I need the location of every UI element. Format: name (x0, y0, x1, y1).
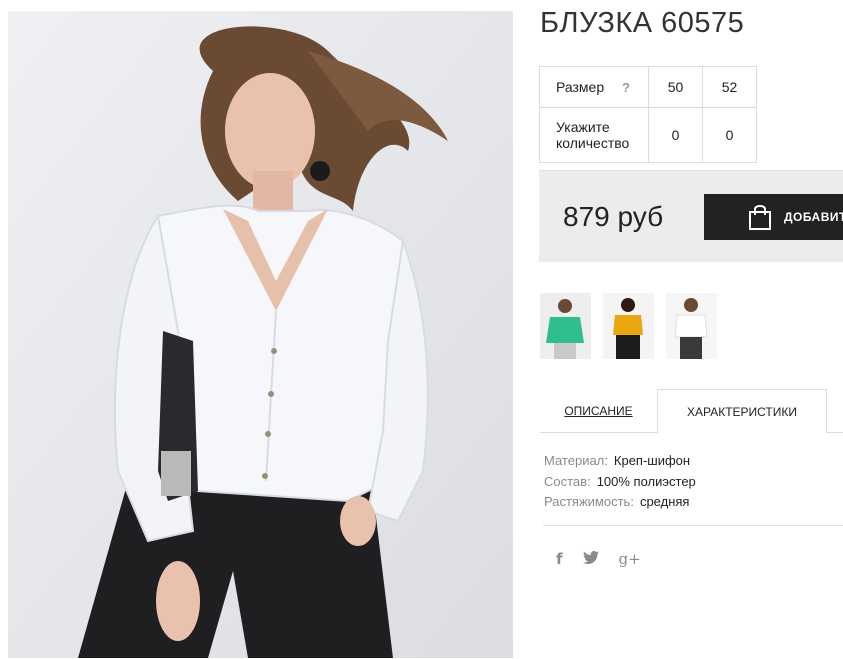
add-to-cart-label: ДОБАВИТ (784, 210, 843, 224)
thumbnail-list (540, 293, 717, 359)
yellow-blouse-thumbnail[interactable] (603, 293, 654, 359)
spec-row-stretch: Растяжимость: средняя (544, 492, 696, 513)
size-label-cell: Размер ? (539, 66, 649, 108)
spec-row-composition: Состав: 100% полиэстер (544, 472, 696, 493)
green-blouse-thumbnail[interactable] (540, 293, 591, 359)
quantity-label: Укажите количество (556, 119, 630, 151)
spec-row-material: Материал: Креп-шифон (544, 451, 696, 472)
quantity-label-cell: Укажите количество (539, 107, 649, 163)
product-tabs: ОПИСАНИЕ ХАРАКТЕРИСТИКИ (540, 389, 843, 434)
spec-value: средняя (639, 494, 690, 509)
size-label: Размер (556, 79, 605, 95)
quantity-input-50[interactable]: 0 (648, 107, 703, 163)
tab-characteristics[interactable]: ХАРАКТЕРИСТИКИ (657, 389, 827, 434)
quantity-input-52[interactable]: 0 (702, 107, 757, 163)
google-plus-icon[interactable]: g+ (619, 550, 641, 568)
white-blouse-thumbnail[interactable] (666, 293, 717, 359)
price: 879 руб (563, 201, 664, 232)
size-help-icon[interactable]: ? (622, 80, 630, 95)
divider (543, 525, 843, 526)
product-photo[interactable] (8, 11, 513, 658)
tab-description[interactable]: ОПИСАНИЕ (540, 389, 657, 433)
social-share: f g+ (556, 550, 641, 568)
price-box: 879 руб ДОБАВИТ (539, 170, 843, 262)
add-to-cart-button[interactable]: ДОБАВИТ (704, 194, 843, 240)
product-photo-illustration (8, 11, 513, 658)
spec-key: Растяжимость: (544, 494, 634, 509)
size-option-52[interactable]: 52 (702, 66, 757, 108)
size-option-50[interactable]: 50 (648, 66, 703, 108)
spec-value: 100% полиэстер (596, 473, 696, 489)
twitter-icon[interactable] (582, 550, 599, 568)
spec-key: Материал: (544, 453, 608, 468)
size-table: Размер ? 50 52 Укажите количество 0 0 (539, 66, 757, 163)
spec-value: Креп-шифон (613, 453, 691, 468)
product-title: БЛУЗКА 60575 (540, 7, 745, 39)
shopping-bag-icon (749, 205, 771, 230)
spec-key: Состав: (544, 473, 591, 489)
facebook-icon[interactable]: f (556, 550, 563, 568)
specs-list: Материал: Креп-шифон Состав: 100% полиэсте… (544, 451, 696, 513)
